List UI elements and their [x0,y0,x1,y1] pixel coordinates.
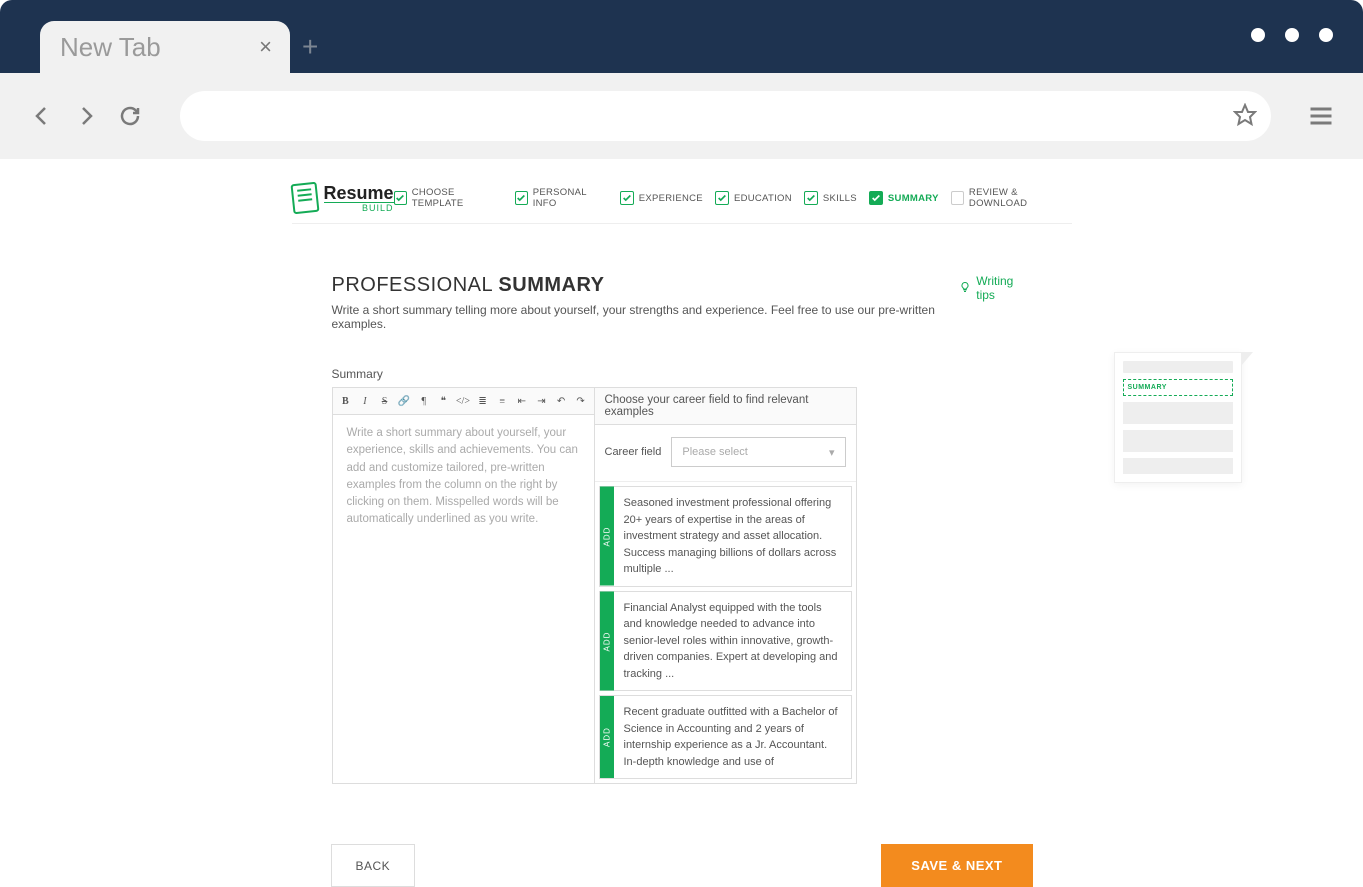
logo-text: Resume [324,184,394,202]
preview-section-label: SUMMARY [1128,384,1228,391]
checkbox-icon [515,191,528,205]
example-item: ADDRecent graduate outfitted with a Bach… [599,695,852,779]
summary-editor[interactable]: Write a short summary about yourself, yo… [333,415,594,651]
examples-list: ADDSeasoned investment professional offe… [595,482,856,783]
close-icon[interactable]: × [259,34,272,60]
step-personal-info[interactable]: PERSONAL INFO [515,187,608,209]
checkbox-icon [620,191,634,205]
add-example-button[interactable]: ADD [600,592,614,691]
reload-icon[interactable] [116,102,144,130]
quote-icon[interactable]: ❝ [435,392,453,410]
example-item: ADDFinancial Analyst equipped with the t… [599,591,852,692]
back-icon[interactable] [28,102,56,130]
logo[interactable]: Resume BUILD [292,183,394,213]
window-control-dot[interactable] [1285,28,1299,42]
strike-icon[interactable]: S [376,392,394,410]
window-control-dot[interactable] [1319,28,1333,42]
browser-tab[interactable]: New Tab × [40,21,290,73]
add-example-button[interactable]: ADD [600,487,614,586]
step-label: EDUCATION [734,193,792,204]
outdent-icon[interactable]: ⇤ [513,392,531,410]
step-summary[interactable]: SUMMARY [869,191,939,205]
bold-icon[interactable]: B [337,392,355,410]
writing-tips-link[interactable]: Writing tips [959,274,1031,302]
code-icon[interactable]: </> [454,392,472,410]
example-text[interactable]: Recent graduate outfitted with a Bachelo… [614,696,851,778]
page-title: PROFESSIONAL SUMMARY [332,274,960,297]
career-field-select[interactable]: Please select ▾ [671,437,845,467]
checkbox-icon [394,191,407,205]
example-text[interactable]: Financial Analyst equipped with the tool… [614,592,851,691]
undo-icon[interactable]: ↶ [552,392,570,410]
checkbox-icon [715,191,729,205]
career-field-label: Career field [605,446,662,458]
editor-toolbar: BIS🔗¶❝</>≣≡⇤⇥↶↷ [333,388,594,415]
step-review-download[interactable]: REVIEW & DOWNLOAD [951,187,1072,209]
bookmark-star-icon[interactable] [1233,103,1257,132]
new-tab-button[interactable]: + [302,31,318,63]
redo-icon[interactable]: ↷ [572,392,590,410]
checkbox-icon [869,191,883,205]
checkbox-icon [951,191,964,205]
browser-titlebar: New Tab × + [0,0,1363,73]
lightbulb-icon [959,281,971,296]
ulist-icon[interactable]: ≣ [474,392,492,410]
step-label: EXPERIENCE [639,193,703,204]
resume-preview[interactable]: SUMMARY [1114,352,1242,483]
step-experience[interactable]: EXPERIENCE [620,191,703,205]
example-item: ADDSeasoned investment professional offe… [599,486,852,587]
example-text[interactable]: Seasoned investment professional offerin… [614,487,851,586]
logo-icon [290,182,319,215]
step-choose-template[interactable]: CHOOSE TEMPLATE [394,187,503,209]
step-label: REVIEW & DOWNLOAD [969,187,1072,209]
back-button[interactable]: BACK [331,844,416,887]
save-next-button[interactable]: SAVE & NEXT [881,844,1032,887]
step-education[interactable]: EDUCATION [715,191,792,205]
indent-icon[interactable]: ⇥ [533,392,551,410]
page-subtitle: Write a short summary telling more about… [332,303,960,331]
tab-title: New Tab [60,32,161,63]
olist-icon[interactable]: ≡ [493,392,511,410]
editor-area: BIS🔗¶❝</>≣≡⇤⇥↶↷ Write a short summary ab… [332,387,857,784]
forward-icon[interactable] [72,102,100,130]
browser-toolbar [0,73,1363,159]
chevron-down-icon: ▾ [829,446,835,459]
site-header: Resume BUILD CHOOSE TEMPLATE PERSONAL INF… [292,169,1072,224]
step-label: PERSONAL INFO [533,187,608,209]
examples-header: Choose your career field to find relevan… [595,388,856,425]
hamburger-menu-icon[interactable] [1307,102,1335,130]
logo-subtext: BUILD [324,202,394,213]
add-example-button[interactable]: ADD [600,696,614,778]
checkbox-icon [804,191,818,205]
step-label: CHOOSE TEMPLATE [412,187,503,209]
window-controls [1251,28,1333,42]
step-label: SKILLS [823,193,857,204]
italic-icon[interactable]: I [356,392,374,410]
window-control-dot[interactable] [1251,28,1265,42]
pilcrow-icon[interactable]: ¶ [415,392,433,410]
url-bar[interactable] [180,91,1271,141]
step-label: SUMMARY [888,193,939,204]
summary-label: Summary [332,367,1032,381]
link-icon[interactable]: 🔗 [395,392,413,410]
progress-steps: CHOOSE TEMPLATE PERSONAL INFO EXPERIENCE ED… [394,187,1072,209]
step-skills[interactable]: SKILLS [804,191,857,205]
